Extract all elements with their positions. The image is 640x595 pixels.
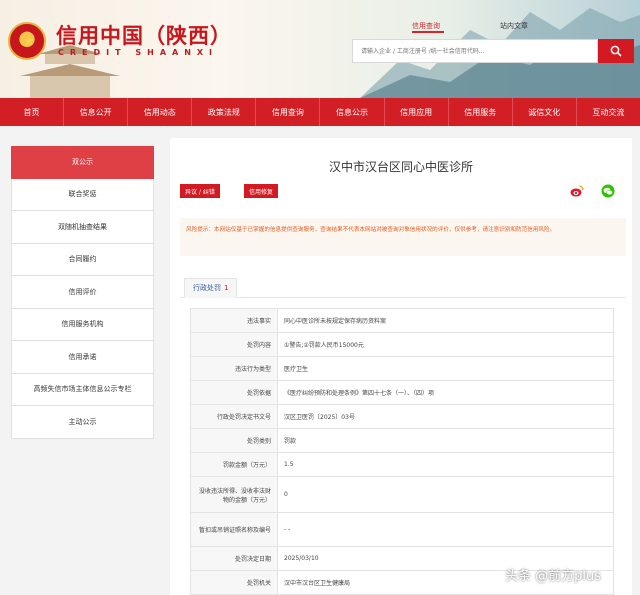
sidebar-item-active-publicity[interactable]: 主动公示 — [11, 406, 154, 439]
credit-repair-button[interactable]: 信用修复 — [244, 184, 279, 198]
row-label: 违法事实 — [190, 308, 278, 333]
table-row: 没收违法所得、没收非法财物的金额（万元） 0 — [190, 476, 614, 513]
nav-credit-application[interactable]: 信用应用 — [383, 98, 448, 126]
sidebar-item-credit-commitment[interactable]: 信用承诺 — [11, 341, 154, 374]
active-tab-indicator — [412, 31, 444, 33]
page-title: 汉中市汉台区同心中医诊所 — [328, 160, 473, 174]
brand-subtitle: CREDIT SHAANXI — [58, 48, 219, 57]
tab-administrative-penalty[interactable]: 行政处罚 1 — [184, 278, 238, 298]
table-row: 违法事实 同心中医诊所未按规定保存病历资料案 — [190, 308, 614, 333]
nav-credit-query[interactable]: 信用查询 — [255, 98, 319, 126]
site-header: ★ 信用中国（陕西） CREDIT SHAANXI 信用查询 站内文章 — [0, 0, 640, 98]
nav-info-disclosure[interactable]: 信息公开 — [63, 98, 127, 126]
row-label: 处罚依据 — [190, 380, 278, 405]
row-label: 暂扣或吊销证照名称及编号 — [190, 512, 278, 547]
nav-credit-service[interactable]: 信用服务 — [447, 98, 512, 126]
row-value: 《医疗纠纷预防和处理条例》第四十七条（一）、（四）项 — [277, 380, 614, 405]
table-row: 处罚依据 《医疗纠纷预防和处理条例》第四十七条（一）、（四）项 — [190, 380, 614, 405]
row-value: ①警告;②罚款人民币15000元 — [277, 332, 614, 357]
nav-interaction[interactable]: 互动交流 — [575, 98, 640, 126]
sidebar-item-credit-evaluation[interactable]: 信用评价 — [11, 276, 154, 309]
row-label: 处罚决定日期 — [190, 546, 278, 571]
row-value: 同心中医诊所未按规定保存病历资料案 — [277, 308, 614, 333]
row-value: 医疗卫生 — [277, 356, 614, 381]
row-label: 行政处罚决定书文号 — [190, 404, 278, 429]
sidebar-item-double-publicity[interactable]: 双公示 — [11, 146, 154, 179]
search-icon — [610, 45, 622, 57]
search-input[interactable] — [353, 40, 597, 62]
row-label: 处罚机关 — [190, 570, 278, 595]
row-value: 0 — [277, 476, 614, 513]
record-tabs: 行政处罚 1 — [180, 278, 626, 298]
nav-info-publicity[interactable]: 信息公示 — [319, 98, 383, 126]
sidebar-item-random-inspection[interactable]: 双随机抽查结果 — [11, 211, 154, 244]
objection-button[interactable]: 异议 / 纠错 — [180, 184, 220, 198]
search-field[interactable] — [352, 39, 598, 63]
tab-count-badge: 1 — [224, 284, 229, 292]
table-row: 处罚类别 罚款 — [190, 428, 614, 453]
search-button[interactable] — [598, 39, 634, 63]
table-row: 违法行为类型 医疗卫生 — [190, 356, 614, 381]
penalty-table: 违法事实 同心中医诊所未按规定保存病历资料案 处罚内容 ①警告;②罚款人民币15… — [190, 308, 614, 595]
row-value: 汉区卫医罚〔2025〕03号 — [277, 404, 614, 429]
sidebar-item-service-agencies[interactable]: 信用服务机构 — [11, 308, 154, 341]
row-label: 处罚内容 — [190, 332, 278, 357]
row-label: 没收违法所得、没收非法财物的金额（万元） — [190, 476, 278, 513]
sidebar-item-joint-rewards[interactable]: 联合奖惩 — [11, 178, 154, 211]
nav-policies[interactable]: 政策法规 — [191, 98, 255, 126]
table-row: 罚款金额（万元） 1.5 — [190, 452, 614, 477]
weibo-share-icon[interactable] — [570, 184, 584, 198]
tab-credit-query[interactable]: 信用查询 — [412, 21, 440, 31]
table-row: 行政处罚决定书文号 汉区卫医罚〔2025〕03号 — [190, 404, 614, 429]
row-label: 处罚类别 — [190, 428, 278, 453]
risk-notice: 风险提示：本网站仅基于已掌握的信息提供查询服务，查询结果不代表本网站对被查询对象… — [180, 218, 626, 256]
main-nav: 首页 信息公开 信用动态 政策法规 信用查询 信息公示 信用应用 信用服务 诚信… — [0, 98, 640, 126]
tab-site-articles[interactable]: 站内文章 — [500, 21, 528, 31]
row-value: 罚款 — [277, 428, 614, 453]
row-label: 违法行为类型 — [190, 356, 278, 381]
nav-home[interactable]: 首页 — [0, 98, 63, 126]
nav-integrity-culture[interactable]: 诚信文化 — [511, 98, 576, 126]
table-row: 暂扣或吊销证照名称及编号 - - — [190, 512, 614, 547]
row-value: - - — [277, 512, 614, 547]
row-label: 罚款金额（万元） — [190, 452, 278, 477]
row-value: 1.5 — [277, 452, 614, 477]
sidebar-item-dishonest-entities[interactable]: 高频失信市场主体信息公示专栏 — [11, 373, 154, 406]
brand-title: 信用中国（陕西） — [56, 24, 232, 48]
national-emblem-icon: ★ — [8, 22, 46, 60]
nav-credit-news[interactable]: 信用动态 — [127, 98, 191, 126]
sidebar: 双公示 联合奖惩 双随机抽查结果 合同履约 信用评价 信用服务机构 信用承诺 高… — [11, 146, 154, 439]
watermark: 头条 @前方plus — [505, 569, 602, 584]
table-row: 处罚内容 ①警告;②罚款人民币15000元 — [190, 332, 614, 357]
sidebar-item-contract[interactable]: 合同履约 — [11, 243, 154, 276]
wechat-share-icon[interactable] — [601, 184, 615, 198]
detail-panel: 汉中市汉台区同心中医诊所 异议 / 纠错 信用修复 风险提示：本网站仅基于已掌握… — [170, 138, 632, 595]
tab-label: 行政处罚 — [193, 284, 221, 292]
